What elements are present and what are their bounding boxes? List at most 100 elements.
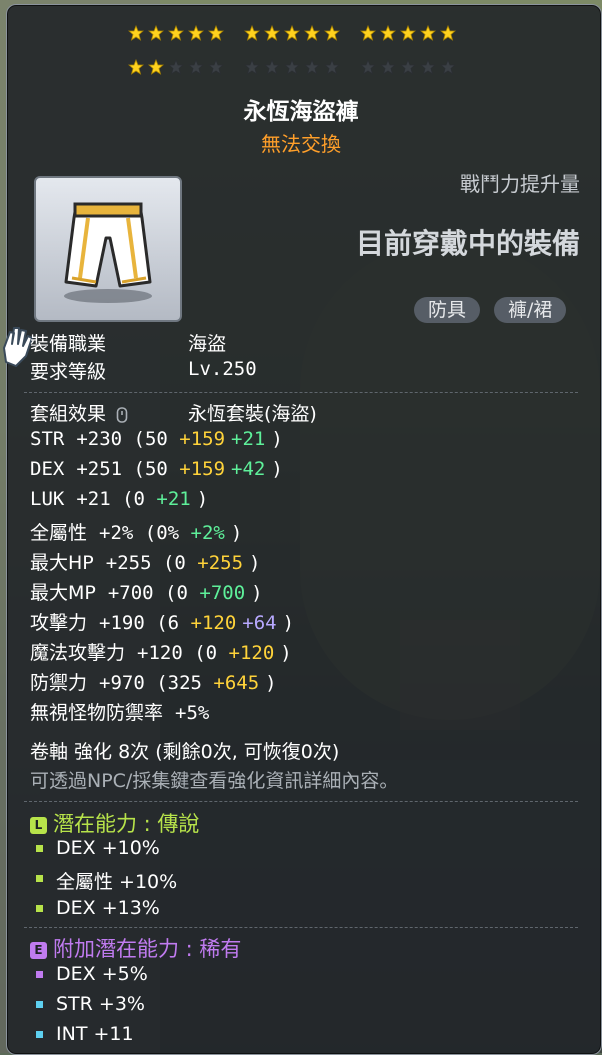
stat-row: 最大HP +255 (0 +255) — [30, 548, 260, 575]
stat-row: 最大MP +700 (0 +700) — [30, 578, 263, 605]
stat-scroll-bonus: +159 — [179, 458, 226, 480]
stat-value: +120 (0 — [137, 642, 229, 664]
star-force-row-2 — [128, 59, 488, 75]
star-filled-icon — [188, 25, 204, 41]
stat-value: +190 (6 — [99, 612, 191, 634]
star-filled-icon — [208, 25, 224, 41]
star-empty-icon — [188, 59, 204, 75]
star-empty-icon — [284, 59, 300, 75]
star-filled-icon — [284, 25, 300, 41]
stat-row: 魔法攻擊力 +120 (0 +120) — [30, 638, 292, 665]
job-label: 裝備職業 — [30, 333, 107, 355]
star-filled-icon — [128, 25, 144, 41]
potential-line: DEX +13% — [56, 897, 160, 919]
potential-header: L 潛在能力 : 傳說 — [30, 808, 199, 838]
stat-name: 最大HP — [30, 552, 94, 574]
upgrade-hint: 可透過NPC/採集鍵查看強化資訊詳細內容。 — [30, 770, 399, 792]
star-empty-icon — [168, 59, 184, 75]
category-tag-armor: 防具 — [414, 297, 481, 323]
star-empty-icon — [304, 59, 320, 75]
star-filled-icon — [360, 25, 376, 41]
set-effect-value: 永恆套裝(海盜) — [188, 403, 317, 425]
stat-name: DEX — [30, 458, 65, 480]
stat-name: 全屬性 — [30, 522, 88, 544]
equipped-status: 目前穿戴中的裝備 — [355, 227, 580, 260]
stat-value: +970 (325 — [99, 672, 214, 694]
stat-flame-bonus: +21 — [231, 428, 266, 450]
stat-flame-bonus: +700 — [199, 582, 246, 604]
star-empty-icon — [440, 59, 456, 75]
additional-potential-header: E 附加潛在能力 : 稀有 — [30, 933, 241, 963]
potential-line: 全屬性 +10% — [56, 871, 178, 893]
stat-starforce-bonus: +64 — [242, 612, 277, 634]
stat-close: ) — [271, 458, 283, 480]
stat-flame-bonus: +2% — [190, 522, 225, 544]
trade-status: 無法交換 — [261, 132, 341, 156]
stat-scroll-bonus: +120 — [228, 642, 275, 664]
additional-potential-title: 附加潛在能力 : 稀有 — [53, 937, 242, 961]
stat-name: 無視怪物防禦率 — [30, 702, 164, 724]
stat-scroll-bonus: +120 — [190, 612, 237, 634]
divider — [24, 927, 578, 928]
stat-close: ) — [282, 612, 295, 634]
potential-line: STR +3% — [56, 993, 145, 1015]
stat-name: 防禦力 — [30, 672, 88, 694]
star-filled-icon — [380, 25, 396, 41]
star-empty-icon — [400, 59, 416, 75]
upgrade-line: 卷軸 強化 8次 (剩餘0次, 可恢復0次) — [30, 741, 340, 763]
category-tag-pants: 褲/裙 — [494, 297, 567, 323]
item-icon-frame — [34, 176, 182, 322]
stat-value: +2% (0% — [99, 522, 191, 544]
stat-flame-bonus: +21 — [156, 488, 191, 510]
potential-title: 潛在能力 : 傳說 — [53, 812, 200, 836]
stat-scroll-bonus: +255 — [197, 552, 244, 574]
set-effect-label: 套組效果 — [30, 399, 128, 426]
stat-value: +255 (0 — [105, 552, 198, 574]
pants-icon — [64, 202, 152, 303]
potential-line: DEX +10% — [56, 837, 160, 859]
stat-close: ) — [271, 428, 283, 450]
star-empty-icon — [380, 59, 396, 75]
stat-close: ) — [251, 582, 263, 604]
star-filled-icon — [304, 25, 320, 41]
stat-row: 防禦力 +970 (325 +645) — [30, 668, 277, 695]
star-empty-icon — [244, 59, 260, 75]
star-empty-icon — [208, 59, 224, 75]
star-empty-icon — [324, 59, 340, 75]
potential-line: DEX +5% — [56, 963, 148, 985]
potential-bullet-icon — [36, 971, 43, 978]
lock-icon — [116, 406, 128, 423]
star-filled-icon — [420, 25, 436, 41]
stat-value: +251 (50 — [76, 458, 180, 480]
stat-close: ) — [249, 552, 261, 574]
potential-bullet-icon — [36, 1001, 43, 1008]
item-name: 永恆海盜褲 — [243, 99, 359, 125]
star-filled-icon — [168, 25, 184, 41]
star-filled-icon — [264, 25, 280, 41]
star-filled-icon — [244, 25, 260, 41]
divider — [24, 801, 578, 802]
star-filled-icon — [128, 59, 144, 75]
stat-value: +700 (0 — [107, 582, 200, 604]
stat-name: 魔法攻擊力 — [30, 642, 126, 664]
epic-badge-icon: E — [30, 941, 47, 959]
stat-name: LUK — [30, 488, 65, 510]
stat-close: ) — [265, 672, 277, 694]
legendary-badge-icon: L — [30, 816, 47, 834]
stat-row: 無視怪物防禦率 +5% — [30, 698, 209, 725]
star-force-row-1 — [128, 25, 488, 41]
stat-scroll-bonus: +159 — [179, 428, 226, 450]
stat-row: 全屬性 +2% (0% +2%) — [30, 518, 242, 545]
star-filled-icon — [324, 25, 340, 41]
star-empty-icon — [264, 59, 280, 75]
stat-row: LUK +21 (0 +21) — [30, 488, 208, 510]
stat-value: +230 (50 — [76, 428, 180, 450]
set-effect-text: 套組效果 — [30, 403, 107, 425]
star-filled-icon — [440, 25, 456, 41]
stat-close: ) — [230, 522, 243, 544]
stat-close: ) — [196, 488, 209, 510]
star-empty-icon — [360, 59, 376, 75]
potential-bullet-icon — [36, 905, 43, 912]
level-label: 要求等級 — [30, 361, 107, 383]
star-filled-icon — [148, 59, 164, 75]
